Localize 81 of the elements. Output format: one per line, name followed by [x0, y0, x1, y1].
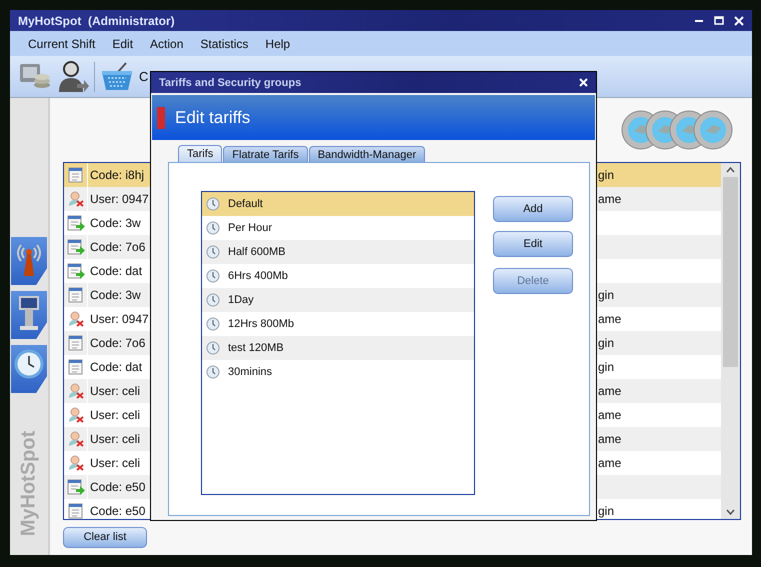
tab[interactable]: Flatrate Tarifs	[223, 146, 308, 162]
session-status: gin	[598, 288, 614, 302]
basket-icon[interactable]	[100, 62, 134, 92]
heading-accent-bar	[157, 106, 165, 128]
session-label: Code: e50	[89, 480, 146, 494]
session-status: ame	[598, 312, 622, 326]
user-remove-icon	[68, 430, 84, 447]
document-icon	[68, 358, 84, 375]
clear-list-button[interactable]: Clear list	[63, 526, 147, 548]
document-icon	[68, 166, 84, 183]
menu-item[interactable]: Action	[144, 36, 190, 50]
session-label: User: 0947	[89, 312, 150, 326]
session-status: ame	[598, 432, 622, 446]
clock-icon	[206, 245, 220, 259]
kiosk-button[interactable]	[11, 291, 47, 339]
scrollbar[interactable]	[721, 162, 740, 519]
scroll-thumb[interactable]	[723, 176, 738, 367]
tariff-row[interactable]: Default	[202, 192, 474, 216]
user-remove-icon	[68, 310, 84, 327]
tariff-row[interactable]: Half 600MB	[202, 240, 474, 264]
session-label: Code: 7o6	[89, 336, 146, 350]
session-status: ame	[598, 408, 622, 422]
close-icon[interactable]	[579, 78, 588, 87]
user-remove-icon	[68, 406, 84, 423]
session-status: gin	[598, 336, 614, 350]
session-label: Code: 3w	[89, 288, 142, 302]
tab[interactable]: Tarifs	[178, 145, 222, 162]
menu-item[interactable]: Help	[259, 36, 296, 50]
window-title: MyHotSpot (Administrator)	[18, 14, 175, 28]
session-label: Code: dat	[89, 360, 144, 374]
session-label: User: 0947	[89, 192, 150, 206]
tariff-row[interactable]: test 120MB	[202, 336, 474, 360]
session-status: gin	[598, 504, 614, 518]
menu-item[interactable]: Edit	[106, 36, 140, 50]
session-label: User: celi	[89, 384, 142, 398]
session-label: Code: i8hj	[89, 168, 146, 182]
session-status: ame	[598, 384, 622, 398]
clock-icon	[206, 269, 220, 283]
session-label: User: celi	[89, 432, 142, 446]
scroll-down-icon[interactable]	[726, 508, 735, 515]
session-label: User: celi	[89, 456, 142, 470]
maximize-icon[interactable]	[714, 16, 724, 26]
dialog-title: Tariffs and Security groups	[159, 76, 302, 88]
session-label: Code: 7o6	[89, 240, 146, 254]
toolbar-label: C	[139, 69, 148, 84]
document-icon	[68, 334, 84, 351]
close-icon[interactable]	[734, 16, 744, 26]
session-status: ame	[598, 456, 622, 470]
clock-icon	[206, 221, 220, 235]
user-remove-icon	[68, 454, 84, 471]
action-button[interactable]: Edit	[493, 231, 573, 257]
session-label: Code: dat	[89, 264, 144, 278]
clock-icon	[206, 365, 220, 379]
user-remove-icon	[68, 190, 84, 207]
session-status: gin	[598, 360, 614, 374]
clock-icon	[206, 293, 220, 307]
session-label: Code: e50	[89, 504, 146, 518]
clock-icon	[206, 341, 220, 355]
session-status: gin	[598, 168, 614, 182]
clock-button[interactable]	[11, 345, 47, 393]
brand-label: MyHotSpot	[18, 430, 40, 536]
user-remove-icon	[68, 382, 84, 399]
tariff-row[interactable]: 1Day	[202, 288, 474, 312]
antenna-button[interactable]	[11, 237, 47, 285]
user-arrow-icon[interactable]	[57, 60, 89, 94]
document-arrow-icon	[66, 478, 84, 495]
tab[interactable]: Bandwidth-Manager	[308, 146, 426, 162]
dialog-heading: Edit tariffs	[175, 108, 250, 128]
document-arrow-icon	[66, 262, 84, 279]
document-arrow-icon	[66, 214, 84, 231]
scroll-up-icon[interactable]	[726, 166, 735, 173]
action-button[interactable]: Add	[493, 196, 573, 222]
menu-item[interactable]: Statistics	[194, 36, 254, 50]
clock-icon	[206, 197, 220, 211]
session-status: ame	[598, 192, 622, 206]
clock-icon	[206, 317, 220, 331]
document-icon	[68, 286, 84, 303]
menu-item[interactable]: Current Shift	[22, 36, 102, 50]
session-label: Code: 3w	[89, 216, 142, 230]
document-arrow-icon	[66, 238, 84, 255]
session-label: User: celi	[89, 408, 142, 422]
